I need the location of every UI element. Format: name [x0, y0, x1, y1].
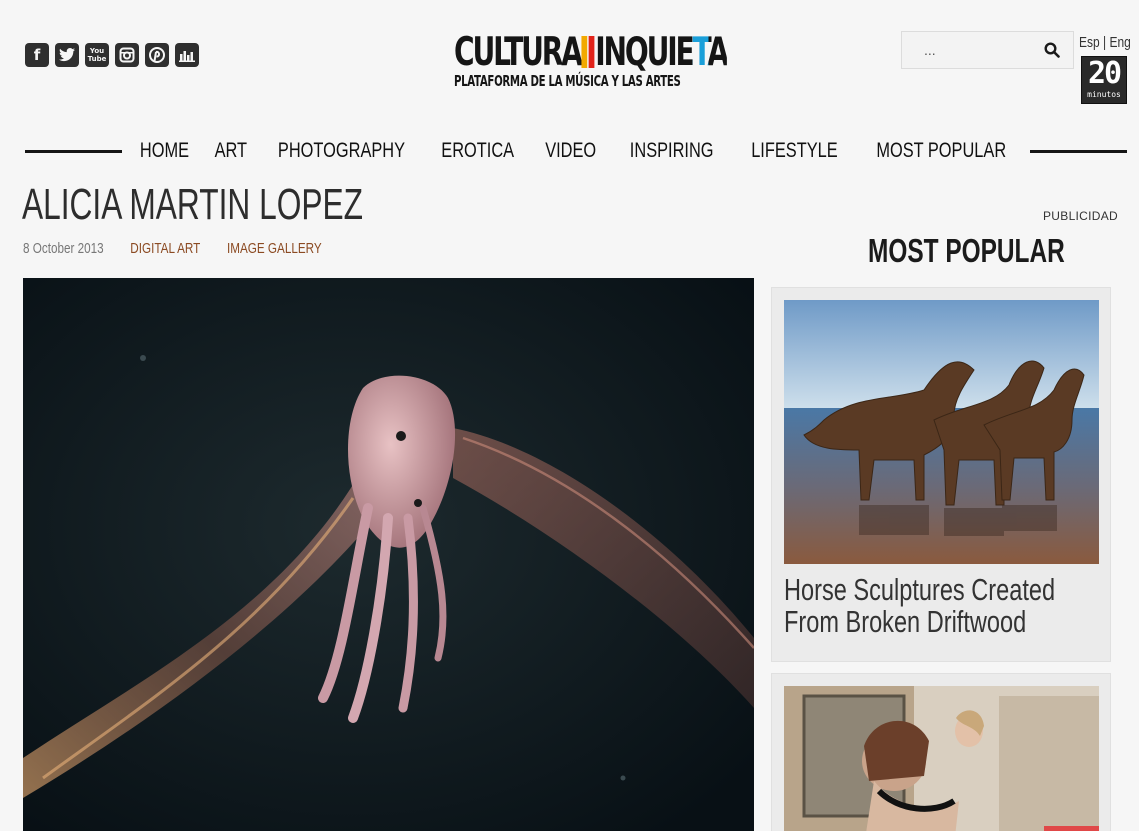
- popular-card-image: [784, 300, 1099, 564]
- logo-bar: [588, 36, 595, 68]
- facebook-icon[interactable]: f: [25, 43, 49, 67]
- article-title: ALICIA MARTIN LOPEZ: [22, 180, 363, 229]
- nav-item-art[interactable]: ART: [210, 139, 253, 163]
- horses-artwork: [784, 300, 1099, 564]
- partner-number: 20: [1087, 56, 1122, 91]
- language-switch: Esp | Eng: [1079, 34, 1131, 51]
- nav-item-photography[interactable]: PHOTOGRAPHY: [273, 139, 411, 163]
- twitter-icon[interactable]: [55, 43, 79, 67]
- ad-label: PUBLICIDAD: [1043, 209, 1119, 223]
- instagram-icon[interactable]: [115, 43, 139, 67]
- popular-card[interactable]: [771, 673, 1111, 831]
- nav-item-inspiring[interactable]: INSPIRING: [624, 139, 719, 163]
- stats-icon[interactable]: [175, 43, 199, 67]
- portrait-artwork: [784, 686, 1099, 831]
- lang-esp[interactable]: Esp: [1079, 34, 1100, 51]
- nav-rule-right: [1029, 149, 1128, 153]
- lang-separator: |: [1103, 34, 1107, 51]
- search-icon: [1044, 42, 1060, 58]
- social-icons: f You Tube: [25, 43, 199, 67]
- hero-artwork: [23, 278, 754, 831]
- nav-item-most-popular[interactable]: MOST POPULAR: [871, 139, 1012, 163]
- search-button[interactable]: [1037, 35, 1067, 65]
- article-hero-image[interactable]: [23, 278, 754, 831]
- nav-item-video[interactable]: VIDEO: [540, 139, 602, 163]
- site-logo[interactable]: CULTURA INQUIETA PLATAFORMA DE LA MÚSICA …: [454, 30, 729, 91]
- category-link-digital-art[interactable]: DIGITAL ART: [130, 240, 200, 257]
- article-date: 8 October 2013: [23, 240, 104, 257]
- nav-item-erotica[interactable]: EROTICA: [436, 139, 520, 163]
- lang-eng[interactable]: Eng: [1109, 34, 1130, 51]
- nav-item-lifestyle[interactable]: LIFESTYLE: [746, 139, 843, 163]
- pinterest-icon[interactable]: [145, 43, 169, 67]
- nav-item-home[interactable]: HOME: [135, 139, 195, 163]
- most-popular-heading: MOST POPULAR: [868, 232, 1065, 269]
- logo-wordmark: CULTURA INQUIETA: [454, 30, 729, 75]
- logo-bar: [581, 36, 588, 68]
- popular-card[interactable]: Horse Sculptures Created From Broken Dri…: [771, 287, 1111, 662]
- partner-label: minutos: [1087, 90, 1121, 99]
- partner-20minutos-logo[interactable]: 20 minutos: [1081, 56, 1127, 104]
- category-link-image-gallery[interactable]: IMAGE GALLERY: [227, 240, 322, 257]
- popular-card-title[interactable]: Horse Sculptures Created From Broken Dri…: [784, 574, 1103, 638]
- main-nav: HOME ART PHOTOGRAPHY EROTICA VIDEO INSPI…: [25, 137, 1128, 165]
- nav-list: HOME ART PHOTOGRAPHY EROTICA VIDEO INSPI…: [126, 139, 1025, 163]
- popular-card-image: [784, 686, 1099, 831]
- search-box: [901, 31, 1074, 69]
- search-input[interactable]: [902, 42, 1037, 58]
- logo-tagline: PLATAFORMA DE LA MÚSICA Y LAS ARTES: [454, 72, 681, 90]
- youtube-icon[interactable]: You Tube: [85, 43, 109, 67]
- article-meta: 8 October 2013 DIGITAL ART IMAGE GALLERY: [23, 240, 345, 257]
- nav-rule-left: [25, 149, 123, 153]
